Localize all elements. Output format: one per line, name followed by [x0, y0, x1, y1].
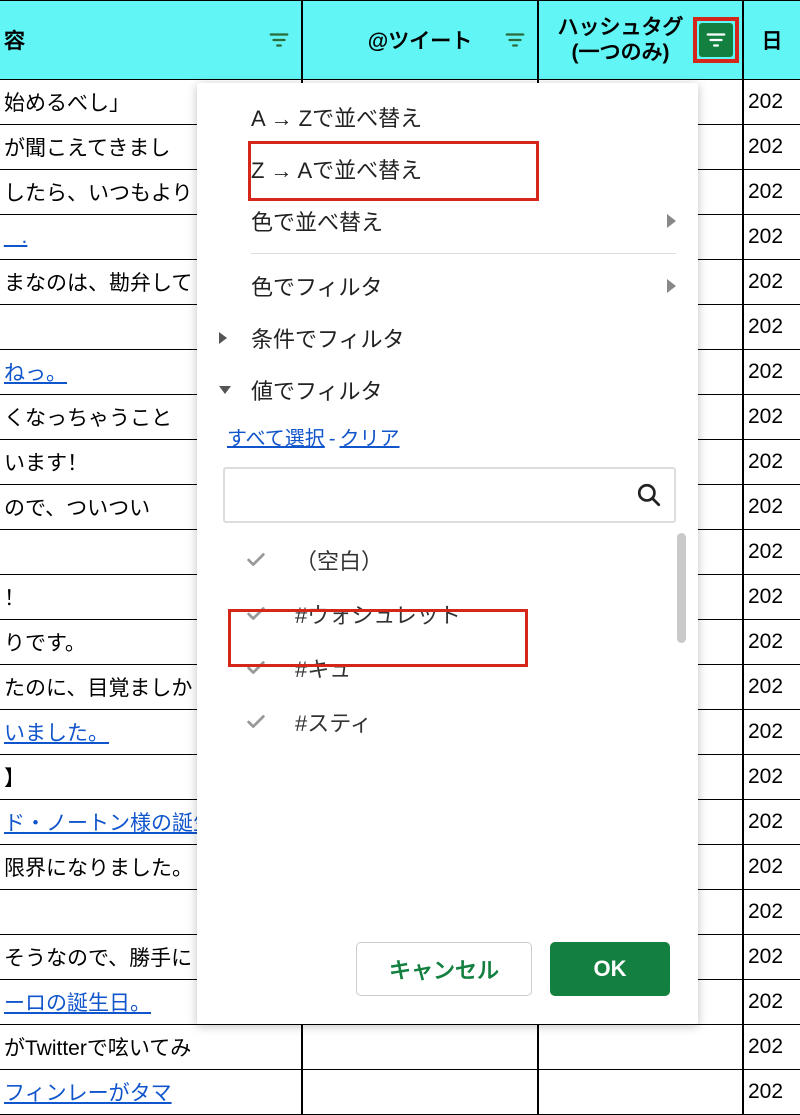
header-tweet-label: @ツイート: [368, 25, 472, 55]
cell-date[interactable]: 202: [743, 665, 800, 710]
filter-value-item[interactable]: #ウォシュレット: [223, 587, 684, 641]
cell-date[interactable]: 202: [743, 890, 800, 935]
header-hashtag-line2: (一つのみ): [572, 40, 670, 65]
filter-by-condition-label: 条件でフィルタ: [251, 322, 405, 354]
filter-value-label: #キュ: [295, 652, 351, 684]
cell-date[interactable]: 202: [743, 800, 800, 845]
header-hashtag[interactable]: ハッシュタグ (一つのみ): [538, 0, 743, 80]
header-content-label: 容: [4, 25, 25, 55]
cell-date[interactable]: 202: [743, 755, 800, 800]
cell-date[interactable]: 202: [743, 485, 800, 530]
filter-search-box[interactable]: [223, 467, 676, 523]
sort-by-color[interactable]: 色で並べ替え: [197, 195, 698, 247]
filter-active-icon[interactable]: [699, 23, 733, 57]
header-date[interactable]: 日: [743, 0, 800, 80]
filter-value-list: （空白） #ウォシュレット #キュ #スティ: [223, 533, 684, 749]
cell-tweet[interactable]: [302, 1025, 538, 1070]
filter-by-value[interactable]: 値でフィルタ: [197, 364, 698, 416]
cell-date[interactable]: 202: [743, 710, 800, 755]
cell-date[interactable]: 202: [743, 170, 800, 215]
sort-az-label: A → Zで並べ替え: [251, 101, 422, 133]
check-icon: [245, 603, 267, 625]
filter-active-highlight: [693, 17, 739, 63]
filter-by-color[interactable]: 色でフィルタ: [197, 260, 698, 312]
chevron-right-icon: [667, 214, 676, 228]
cell-date[interactable]: 202: [743, 1025, 800, 1070]
cell-date[interactable]: 202: [743, 980, 800, 1025]
check-icon: [245, 711, 267, 733]
cell-date[interactable]: 202: [743, 350, 800, 395]
cell-date[interactable]: 202: [743, 575, 800, 620]
filter-by-value-label: 値でフィルタ: [251, 374, 383, 406]
sort-az[interactable]: A → Zで並べ替え: [197, 91, 698, 143]
cell-date[interactable]: 202: [743, 80, 800, 125]
filter-value-label: （空白）: [295, 544, 383, 576]
header-date-label: 日: [762, 25, 783, 55]
header-tweet[interactable]: @ツイート: [302, 0, 538, 80]
caret-right-icon: [219, 332, 227, 344]
cancel-button[interactable]: キャンセル: [356, 942, 532, 996]
filter-icon[interactable]: [267, 28, 291, 52]
filter-value-item[interactable]: #キュ: [223, 641, 684, 695]
filter-by-condition[interactable]: 条件でフィルタ: [197, 312, 698, 364]
cell-hashtag[interactable]: [538, 1025, 743, 1070]
sort-za[interactable]: Z → Aで並べ替え: [197, 143, 698, 195]
cell-date[interactable]: 202: [743, 935, 800, 980]
sort-za-label: Z → Aで並べ替え: [251, 153, 422, 185]
filter-by-color-label: 色でフィルタ: [251, 270, 383, 302]
search-icon[interactable]: [636, 482, 662, 508]
cell-date[interactable]: 202: [743, 305, 800, 350]
clear-link[interactable]: クリア: [339, 428, 399, 450]
check-icon: [245, 657, 267, 679]
header-content[interactable]: 容: [0, 0, 302, 80]
filter-value-label: #ウォシュレット: [295, 598, 461, 630]
cell-hashtag[interactable]: [538, 1070, 743, 1115]
chevron-right-icon: [667, 279, 676, 293]
select-clear-links: すべて選択-クリア: [197, 416, 698, 467]
filter-icon[interactable]: [503, 28, 527, 52]
cell-date[interactable]: 202: [743, 1070, 800, 1115]
select-all-link[interactable]: すべて選択: [227, 428, 325, 450]
table-row: フィンレーがタマ 202: [0, 1070, 800, 1115]
check-icon: [245, 549, 267, 571]
cell-content[interactable]: フィンレーがタマ: [0, 1070, 302, 1115]
cell-date[interactable]: 202: [743, 395, 800, 440]
cell-date[interactable]: 202: [743, 215, 800, 260]
filter-value-label: #スティ: [295, 706, 372, 738]
scrollbar-thumb[interactable]: [677, 533, 686, 643]
dialog-button-row: キャンセル OK: [197, 922, 698, 1024]
cell-date[interactable]: 202: [743, 620, 800, 665]
cell-date[interactable]: 202: [743, 125, 800, 170]
filter-value-item[interactable]: #スティ: [223, 695, 684, 749]
column-header-row: 容 @ツイート ハッシュタグ (一つのみ) 日: [0, 0, 800, 80]
filter-search-input[interactable]: [237, 484, 636, 507]
cell-date[interactable]: 202: [743, 530, 800, 575]
menu-divider: [251, 253, 676, 254]
cell-content[interactable]: がTwitterで呟いてみ: [0, 1025, 302, 1070]
sort-by-color-label: 色で並べ替え: [251, 205, 383, 237]
dash-separator: -: [325, 428, 340, 450]
cell-date[interactable]: 202: [743, 260, 800, 305]
cell-date[interactable]: 202: [743, 845, 800, 890]
header-hashtag-line1: ハッシュタグ: [558, 15, 684, 40]
ok-button[interactable]: OK: [550, 942, 670, 996]
cell-date[interactable]: 202: [743, 440, 800, 485]
cell-tweet[interactable]: [302, 1070, 538, 1115]
filter-value-item[interactable]: （空白）: [223, 533, 684, 587]
filter-dropdown-panel: A → Zで並べ替え Z → Aで並べ替え 色で並べ替え 色でフィルタ 条件でフ…: [197, 83, 698, 1024]
table-row: がTwitterで呟いてみ 202: [0, 1025, 800, 1070]
caret-down-icon: [219, 386, 231, 394]
